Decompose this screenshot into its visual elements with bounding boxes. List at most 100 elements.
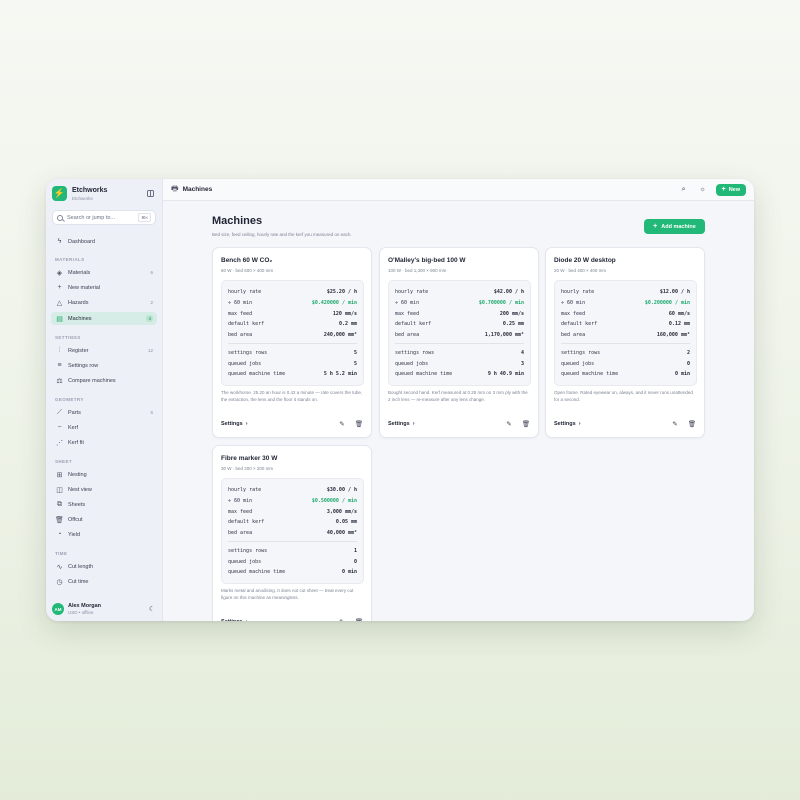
hourly-rate: $25.20 / h	[326, 289, 357, 295]
minus-icon: −	[57, 424, 62, 431]
stat-label: queued machine time	[395, 371, 453, 377]
brand[interactable]: ⚡ Etchworks Etchworks	[52, 186, 107, 201]
clock-icon: ◷	[56, 578, 63, 586]
stat-label: bed area	[228, 530, 253, 536]
settings-link[interactable]: Settings›	[554, 421, 662, 427]
queued-time: 0 min	[341, 569, 357, 575]
stat-label: ÷ 60 min	[561, 300, 586, 306]
sidebar-item-yield[interactable]: ◔ Yield	[51, 528, 157, 541]
delete-icon[interactable]: 🗑	[688, 420, 696, 428]
sidebar-item-kerf[interactable]: − Kerf	[51, 421, 157, 434]
stat-label: hourly rate	[228, 289, 262, 295]
brand-name: Etchworks	[72, 186, 108, 194]
stat-label: queued jobs	[395, 361, 429, 367]
machine-name: O'Malley's big-bed 100 W	[388, 257, 466, 264]
machine-card: Bench 60 W CO₂ 60 W · bed 600 × 400 mm h…	[212, 247, 372, 438]
sidebar-item-sheets[interactable]: ⧉ Sheets	[51, 498, 157, 511]
max-feed: 200 mm/s	[499, 311, 524, 317]
stat-label: max feed	[561, 311, 586, 317]
search-shortcut: ⌘K	[138, 213, 151, 222]
settings-link[interactable]: Settings›	[388, 421, 496, 427]
machine-name: Diode 20 W desktop	[554, 257, 616, 264]
sidebar-item-machines[interactable]: ▤ Machines 4	[51, 312, 157, 325]
section-materials: MATERIALS	[55, 257, 85, 262]
sidebar-toggle-icon[interactable]	[147, 190, 154, 197]
sidebar-item-dashboard[interactable]: ϟ Dashboard	[51, 235, 157, 248]
divider	[395, 343, 524, 344]
sidebar-item-offcut[interactable]: 🗑 Offcut	[51, 513, 157, 526]
activity-icon: ∿	[56, 563, 63, 571]
per-minute-rate: $0.500000 / min	[311, 498, 357, 504]
search-icon	[57, 214, 63, 221]
edit-icon[interactable]: ✎	[338, 420, 346, 428]
sidebar-item-nesting[interactable]: ⊞ Nesting	[51, 468, 157, 481]
sidebar-item-register[interactable]: ⫶ Register 12	[51, 344, 157, 357]
add-machine-button[interactable]: + Add machine	[644, 219, 705, 234]
divider	[228, 343, 357, 344]
sidebar: ⚡ Etchworks Etchworks Search or jump to.…	[46, 179, 163, 621]
stat-label: default kerf	[395, 321, 432, 327]
sidebar-item-settings-row[interactable]: ≡ Settings row	[51, 359, 157, 372]
user-status: USD • offline	[68, 610, 94, 615]
delete-icon[interactable]: 🗑	[522, 420, 530, 428]
edit-icon[interactable]: ✎	[671, 420, 679, 428]
section-sheet: SHEET	[55, 459, 73, 464]
stat-label: hourly rate	[228, 487, 262, 493]
queued-time: 0 min	[674, 371, 690, 377]
user-profile[interactable]: AM Alex Morgan USD • offline ☾	[52, 603, 156, 615]
machine-note: Open frame. Rated eyewear on, always, an…	[554, 390, 693, 402]
workspace-name: Etchworks	[72, 195, 93, 201]
machine-note: The workhorse. 25.20 an hour is 0.42 a m…	[221, 390, 363, 402]
sidebar-item-nest-view[interactable]: ◫ Nest view	[51, 483, 157, 496]
sidebar-item-kerf-fit[interactable]: ⋰ Kerf fit	[51, 436, 157, 449]
search-input[interactable]: Search or jump to... ⌘K	[52, 210, 156, 225]
machine-note: Marks metal and anodising. It does not c…	[221, 588, 354, 600]
stat-label: default kerf	[228, 519, 265, 525]
divider	[561, 343, 690, 344]
moon-icon[interactable]: ☾	[148, 605, 156, 613]
search-placeholder: Search or jump to...	[67, 214, 115, 221]
delete-icon[interactable]: 🗑	[355, 618, 363, 621]
default-kerf: 0.05 mm	[335, 519, 357, 525]
avatar: AM	[52, 603, 64, 615]
machine-card: Diode 20 W desktop 20 W · bed 400 × 400 …	[545, 247, 705, 438]
machine-name: Bench 60 W CO₂	[221, 257, 273, 264]
machine-spec: 60 W · bed 600 × 400 mm	[221, 268, 274, 273]
panel-icon: ◫	[56, 486, 63, 494]
trash-icon: 🗑	[55, 516, 64, 524]
stat-label: default kerf	[561, 321, 598, 327]
machine-card: Fibre marker 30 W 30 W · bed 200 × 200 m…	[212, 445, 372, 621]
settings-link[interactable]: Settings›	[221, 619, 329, 621]
page-title: Machines	[212, 215, 263, 227]
sidebar-item-cut-time[interactable]: ◷ Cut time	[51, 575, 157, 588]
sidebar-item-materials[interactable]: ◈ Materials 6	[51, 266, 157, 279]
bed-area: 160,000 mm²	[656, 332, 690, 338]
settings-link[interactable]: Settings›	[221, 421, 329, 427]
max-feed: 60 mm/s	[668, 311, 690, 317]
machine-stats: hourly rate $42.00 / h ÷ 60 min $0.700000 …	[388, 280, 531, 386]
search-icon[interactable]: ⌕	[678, 184, 690, 196]
default-kerf: 0.2 mm	[338, 321, 357, 327]
sidebar-item-parts[interactable]: ⟋ Parts 6	[51, 406, 157, 419]
sidebar-item-cut-length[interactable]: ∿ Cut length	[51, 560, 157, 573]
sidebar-item-hazards[interactable]: △ Hazards 2	[51, 296, 157, 309]
edit-icon[interactable]: ✎	[505, 420, 513, 428]
delete-icon[interactable]: 🗑	[355, 420, 363, 428]
hourly-rate: $30.00 / h	[326, 487, 357, 493]
bed-area: 240,000 mm²	[323, 332, 357, 338]
machine-stats: hourly rate $25.20 / h ÷ 60 min $0.420000 …	[221, 280, 364, 386]
stat-label: settings rows	[395, 350, 435, 356]
sidebar-item-compare-machines[interactable]: ⚖ Compare machines	[51, 374, 157, 387]
new-button[interactable]: + New	[715, 183, 746, 196]
hourly-rate: $12.00 / h	[659, 289, 690, 295]
chevron-right-icon: ›	[412, 421, 415, 427]
grid-icon: ⊞	[56, 471, 63, 479]
max-feed: 120 mm/s	[332, 311, 357, 317]
queued-jobs: 0	[686, 361, 690, 367]
edit-icon[interactable]: ✎	[338, 618, 346, 621]
sun-icon[interactable]: ☼	[697, 184, 709, 196]
sidebar-item-new-material[interactable]: + New material	[51, 281, 157, 294]
scatter-icon: ⋰	[56, 439, 63, 447]
section-time: TIME	[55, 551, 68, 556]
hourly-rate: $42.00 / h	[493, 289, 524, 295]
